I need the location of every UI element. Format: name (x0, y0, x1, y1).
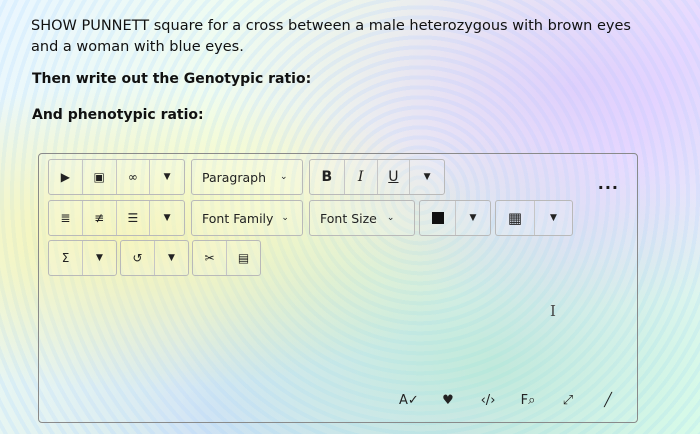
fullscreen-icon[interactable]: ⤢ (559, 393, 577, 408)
insert-toolbar-group: ▶ ▣ ∞ ▼ (48, 159, 185, 195)
format-toolbar-group: B I U ▼ (309, 159, 445, 195)
table-group: ▦ ▼ (495, 200, 573, 236)
font-size-select[interactable]: Font Size ⌄ (309, 200, 415, 236)
table-dropdown-caret-icon[interactable]: ▼ (535, 201, 572, 235)
table-icon[interactable]: ▦ (496, 201, 535, 235)
equation-dropdown-caret-icon[interactable]: ▼ (83, 241, 116, 275)
clipboard-group: ✂ ▤ (192, 240, 261, 276)
camera-icon[interactable]: ▣ (83, 160, 117, 194)
underline-button[interactable]: U (378, 160, 411, 194)
undo-dropdown-caret-icon[interactable]: ▼ (155, 241, 188, 275)
resize-handle-icon[interactable]: ╱ (599, 393, 617, 408)
alignment-dropdown-caret-icon[interactable]: ▼ (150, 201, 184, 235)
alignment-toolbar-group: ≣ ≢ ☰ ▼ (48, 200, 185, 236)
text-cursor-icon: I (550, 302, 556, 320)
accessibility-check-icon[interactable]: ♥ (439, 393, 457, 408)
genotypic-ratio-prompt: Then write out the Genotypic ratio: (32, 71, 312, 87)
undo-group: ↺ ▼ (120, 240, 189, 276)
question-line-1: SHOW PUNNETT square for a cross between … (31, 18, 631, 34)
color-square-icon (431, 212, 444, 224)
bold-button[interactable]: B (310, 160, 345, 194)
paragraph-select[interactable]: Paragraph ⌄ (191, 159, 303, 195)
insert-dropdown-caret-icon[interactable]: ▼ (150, 160, 184, 194)
align-icon[interactable]: ≣ (49, 201, 83, 235)
font-size-label: Font Size ⌄ (320, 210, 395, 226)
equation-group: Σ ▼ (48, 240, 117, 276)
undo-icon[interactable]: ↺ (121, 241, 155, 275)
font-family-select[interactable]: Font Familу ⌄ (191, 200, 303, 236)
font-family-label: Font Familу ⌄ (202, 210, 289, 226)
insert-stuff-icon[interactable]: ▶ (49, 160, 83, 194)
find-replace-icon[interactable]: F⌕ (519, 393, 537, 408)
paragraph-select-label: Paragraph ⌄ (202, 169, 288, 185)
color-dropdown-caret-icon[interactable]: ▼ (456, 201, 490, 235)
text-color-swatch[interactable] (420, 201, 456, 235)
chevron-down-icon: ⌄ (386, 213, 395, 223)
rich-text-editor[interactable]: ▶ ▣ ∞ ▼ Paragraph ⌄ B I U ▼ ... ≣ ≢ ☰ ▼ F… (38, 153, 638, 423)
paste-icon[interactable]: ▤ (227, 241, 260, 275)
cut-icon[interactable]: ✂ (193, 241, 227, 275)
link-icon[interactable]: ∞ (117, 160, 151, 194)
source-code-icon[interactable]: ‹/› (479, 393, 497, 408)
format-dropdown-caret-icon[interactable]: ▼ (410, 160, 444, 194)
chevron-down-icon: ⌄ (281, 213, 289, 223)
italic-button[interactable]: I (345, 160, 378, 194)
chevron-down-icon: ⌄ (280, 172, 288, 182)
question-text: SHOW PUNNETT square for a cross between … (31, 16, 651, 58)
question-line-2: and a woman with blue eyes. (31, 39, 244, 55)
editor-status-bar: A✓ ♥ ‹/› F⌕ ⤢ ╱ (399, 393, 617, 408)
more-options-icon[interactable]: ... (598, 174, 619, 193)
list-icon[interactable]: ☰ (117, 201, 151, 235)
indent-icon[interactable]: ≢ (83, 201, 117, 235)
sigma-icon[interactable]: Σ (49, 241, 83, 275)
spellcheck-icon[interactable]: A✓ (399, 393, 419, 408)
text-color-group: ▼ (419, 200, 491, 236)
phenotypic-ratio-prompt: And phenotypic ratio: (32, 107, 204, 123)
